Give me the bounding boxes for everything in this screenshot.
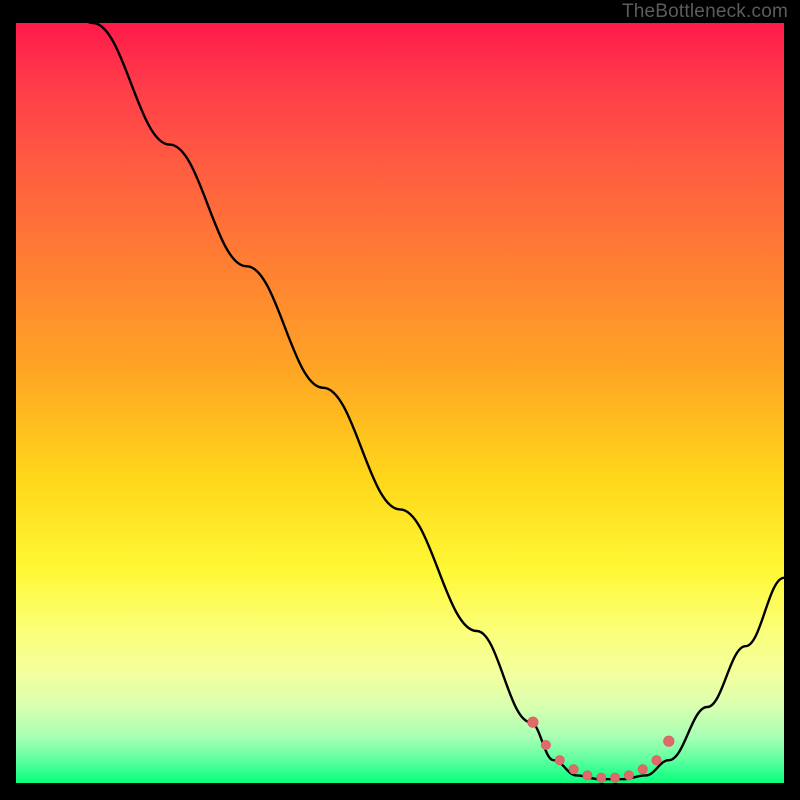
bottleneck-curve-path <box>16 23 784 779</box>
marker-dot <box>583 771 592 780</box>
plot-area <box>16 23 784 783</box>
marker-dot <box>569 765 578 774</box>
chart-stage: TheBottleneck.com <box>0 0 800 800</box>
marker-dot <box>638 765 647 774</box>
marker-dot <box>610 773 619 782</box>
watermark-text: TheBottleneck.com <box>622 1 788 23</box>
marker-dot <box>652 756 661 765</box>
chart-svg <box>16 23 784 783</box>
marker-dot <box>555 756 564 765</box>
marker-dot <box>597 773 606 782</box>
marker-dot <box>664 736 674 746</box>
marker-dot <box>624 771 633 780</box>
marker-dot <box>541 740 550 749</box>
marker-dot <box>528 717 538 727</box>
